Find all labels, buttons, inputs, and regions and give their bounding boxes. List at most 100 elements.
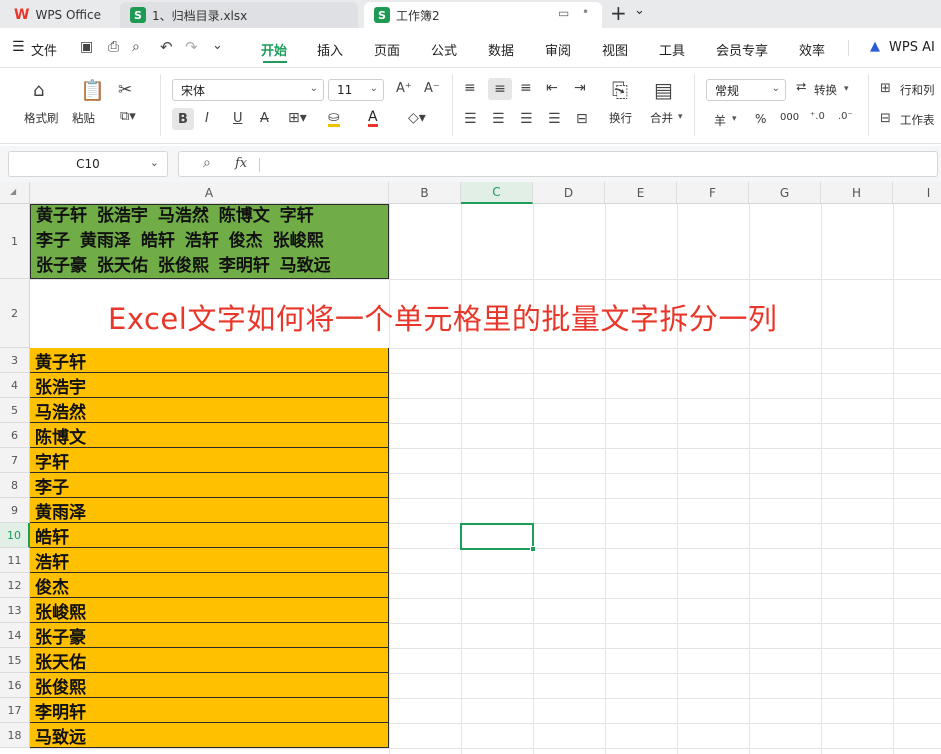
row-header-14[interactable]: 14 — [0, 623, 30, 648]
align-left-icon[interactable]: ☰ — [464, 112, 477, 126]
menu-wps-ai[interactable]: WPS AI — [889, 40, 935, 55]
menu-home[interactable]: 开始 — [261, 40, 287, 59]
font-color-icon[interactable]: A — [368, 110, 378, 127]
row-header-5[interactable]: 5 — [0, 398, 30, 423]
save-icon[interactable]: ▣ — [80, 39, 93, 55]
cell-a16[interactable]: 张俊熙 — [30, 673, 389, 698]
decrease-font-icon[interactable]: A⁻ — [424, 82, 440, 95]
cell-a13[interactable]: 张峻熙 — [30, 598, 389, 623]
menu-data[interactable]: 数据 — [488, 40, 514, 59]
hamburger-icon[interactable]: ☰ — [12, 39, 25, 55]
increase-decimal-icon[interactable]: ⁺.0 — [810, 112, 825, 122]
cell-a7[interactable]: 字轩 — [30, 448, 389, 473]
cell-a11[interactable]: 浩轩 — [30, 548, 389, 573]
menu-tools[interactable]: 工具 — [659, 40, 685, 59]
row-header-11[interactable]: 11 — [0, 548, 30, 573]
decrease-decimal-icon[interactable]: .0⁻ — [838, 112, 853, 122]
increase-font-icon[interactable]: A⁺ — [396, 82, 412, 95]
new-tab-button[interactable]: + — [610, 1, 627, 25]
menu-review[interactable]: 审阅 — [545, 40, 571, 59]
column-header-c[interactable]: C — [461, 182, 533, 204]
column-header-a[interactable]: A — [30, 182, 389, 204]
spreadsheet-grid[interactable]: ◢ A B C D E F G H I 1 2 3 4 5 6 7 8 9 10… — [0, 182, 941, 754]
zoom-icon[interactable]: ⌕ — [203, 155, 211, 171]
tab-workbook2[interactable]: S 工作簿2 ▭ • — [364, 2, 602, 28]
row-header-16[interactable]: 16 — [0, 673, 30, 698]
currency-format-button[interactable]: 羊 — [714, 112, 726, 129]
column-header-e[interactable]: E — [605, 182, 677, 204]
italic-icon[interactable]: I — [205, 112, 209, 125]
column-header-b[interactable]: B — [389, 182, 461, 204]
align-middle-icon[interactable]: ≡ — [488, 78, 512, 100]
row-header-18[interactable]: 18 — [0, 723, 30, 748]
redo-icon[interactable]: ↷ — [185, 38, 198, 56]
strikethrough-icon[interactable]: A — [260, 112, 269, 125]
column-header-d[interactable]: D — [533, 182, 605, 204]
copy-icon[interactable]: ⧉▾ — [120, 110, 136, 123]
align-right-icon[interactable]: ☰ — [520, 112, 533, 126]
increase-indent-icon[interactable]: ⇥ — [574, 81, 586, 95]
row-header-12[interactable]: 12 — [0, 573, 30, 598]
row-header-2[interactable]: 2 — [0, 279, 30, 348]
merge-cells-button[interactable]: 合并 — [650, 110, 673, 126]
font-name-select[interactable]: 宋体 ⌄ — [172, 79, 324, 101]
menu-insert[interactable]: 插入 — [317, 40, 343, 59]
column-header-h[interactable]: H — [821, 182, 893, 204]
menu-file[interactable]: 文件 — [31, 40, 57, 59]
print-icon[interactable]: ⎙ — [108, 39, 119, 55]
tab-list-chevron-icon[interactable]: ⌄ — [634, 3, 645, 18]
undo-icon[interactable]: ↶ — [160, 38, 173, 56]
bold-icon[interactable]: B — [172, 108, 194, 130]
row-header-6[interactable]: 6 — [0, 423, 30, 448]
tab-wps-office[interactable]: W WPS Office — [8, 2, 112, 28]
justify-icon[interactable]: ☰ — [548, 112, 561, 126]
column-header-g[interactable]: G — [749, 182, 821, 204]
menu-member[interactable]: 会员专享 — [716, 40, 768, 59]
row-header-3[interactable]: 3 — [0, 348, 30, 373]
print-preview-icon[interactable]: ⌕ — [132, 39, 140, 55]
thousands-separator-button[interactable]: 000 — [780, 112, 799, 123]
fill-handle[interactable] — [530, 546, 536, 552]
cell-a1[interactable]: 黄子轩 张浩宇 马浩然 陈博文 字轩 李子 黄雨泽 皓轩 浩轩 俊杰 张峻熙 张… — [30, 204, 389, 279]
row-header-13[interactable]: 13 — [0, 598, 30, 623]
align-bottom-icon[interactable]: ≡ — [520, 81, 532, 95]
row-header-4[interactable]: 4 — [0, 373, 30, 398]
column-header-i[interactable]: I — [893, 182, 941, 204]
row-header-8[interactable]: 8 — [0, 473, 30, 498]
clear-format-icon[interactable]: ◇▾ — [408, 111, 426, 125]
cell-a10[interactable]: 皓轩 — [30, 523, 389, 548]
paste-button[interactable]: 粘贴 — [72, 110, 95, 126]
rows-columns-button[interactable]: 行和列 — [900, 82, 935, 98]
cell-a6[interactable]: 陈博文 — [30, 423, 389, 448]
cell-a4[interactable]: 张浩宇 — [30, 373, 389, 398]
menu-efficiency[interactable]: 效率 — [799, 40, 825, 59]
cell-a17[interactable]: 李明轩 — [30, 698, 389, 723]
row-header-9[interactable]: 9 — [0, 498, 30, 523]
cell-a5[interactable]: 马浩然 — [30, 398, 389, 423]
row-header-10[interactable]: 10 — [0, 523, 30, 548]
cell-a15[interactable]: 张天佑 — [30, 648, 389, 673]
worksheet-button[interactable]: 工作表 — [900, 112, 935, 128]
row-header-7[interactable]: 7 — [0, 448, 30, 473]
tab-file-archive[interactable]: S 1、归档目录.xlsx — [120, 2, 358, 28]
percent-format-button[interactable]: % — [755, 112, 766, 126]
monitor-icon[interactable]: ▭ — [558, 6, 569, 20]
name-box[interactable]: C10 ⌄ — [8, 151, 168, 177]
convert-button[interactable]: 转换 — [814, 82, 837, 98]
row-header-1[interactable]: 1 — [0, 204, 30, 279]
cell-a8[interactable]: 李子 — [30, 473, 389, 498]
cell-a3[interactable]: 黄子轩 — [30, 348, 389, 373]
fx-icon[interactable]: fx — [235, 156, 247, 171]
menu-view[interactable]: 视图 — [602, 40, 628, 59]
select-all-corner[interactable]: ◢ — [0, 182, 30, 204]
cell-a9[interactable]: 黄雨泽 — [30, 498, 389, 523]
quick-access-chevron-icon[interactable]: ⌄ — [212, 38, 223, 53]
menu-page[interactable]: 页面 — [374, 40, 400, 59]
number-format-select[interactable]: 常规 ⌄ — [706, 79, 786, 101]
font-size-select[interactable]: 11 ⌄ — [328, 79, 384, 101]
menu-formula[interactable]: 公式 — [431, 40, 457, 59]
align-top-icon[interactable]: ≡ — [464, 81, 476, 95]
align-center-icon[interactable]: ☰ — [492, 112, 505, 126]
row-header-17[interactable]: 17 — [0, 698, 30, 723]
cell-a18[interactable]: 马致远 — [30, 723, 389, 748]
